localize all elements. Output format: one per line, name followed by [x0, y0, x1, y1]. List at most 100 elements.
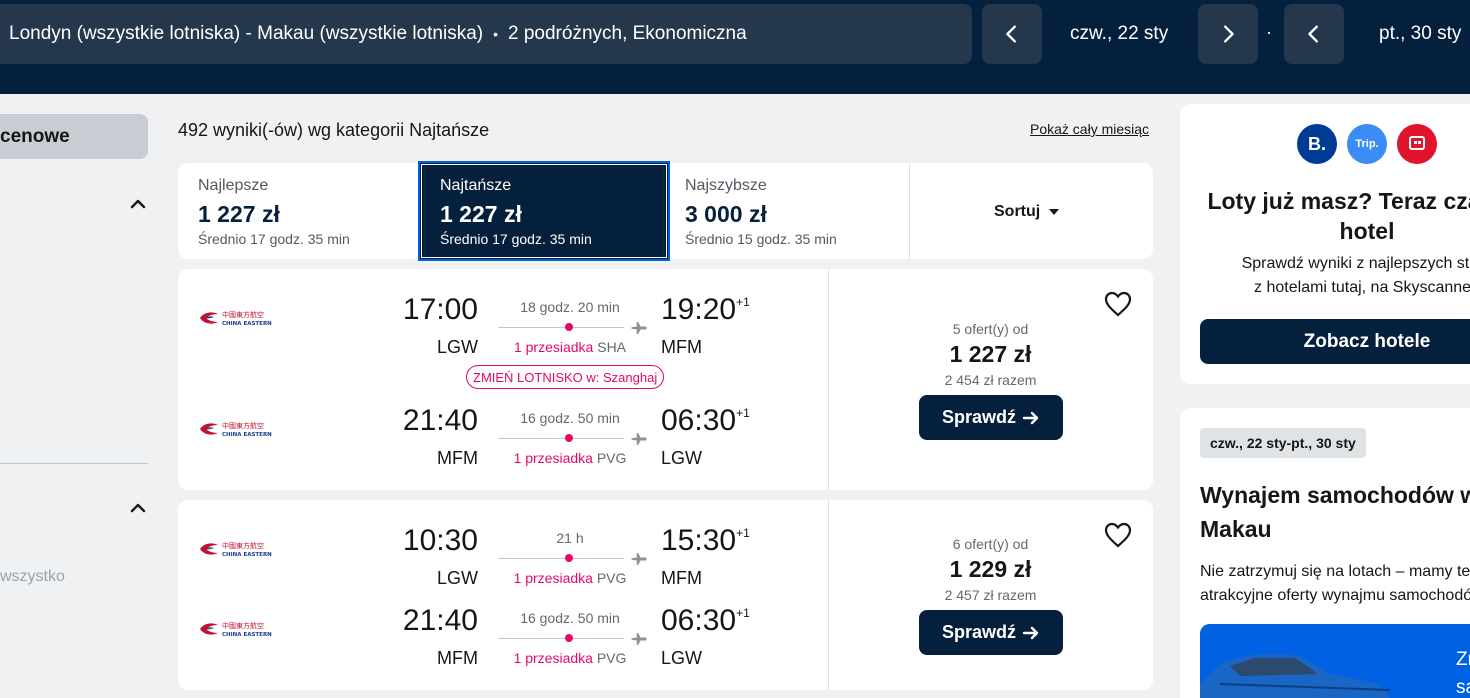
total-price: 2 454 zł razem	[944, 372, 1037, 388]
tab-best[interactable]: Najlepsze 1 227 zł Średnio 17 godz. 35 m…	[178, 163, 418, 259]
offers-count: 5 ofert(y) od	[952, 321, 1029, 337]
heart-icon[interactable]	[1104, 291, 1132, 317]
stop-dot	[565, 434, 573, 442]
car-title-line1: Wynajem samochodów w	[1200, 482, 1470, 508]
depart-date[interactable]: czw., 22 sty	[1070, 4, 1168, 64]
tab-cheapest[interactable]: Najtańsze 1 227 zł Średnio 17 godz. 35 m…	[418, 161, 670, 261]
change-airport-badge: ZMIEŃ LOTNISKO w: Szanghaj	[466, 365, 665, 389]
plane-icon	[631, 433, 647, 445]
departure-time: 10:30	[402, 524, 478, 557]
tab-average: Średnio 15 godz. 35 min	[685, 231, 837, 247]
price: 1 229 zł	[949, 556, 1032, 582]
airline-name-en: CHINA EASTERN	[222, 632, 272, 638]
tab-divider	[909, 163, 910, 259]
china-eastern-logo: 中國東方航空 CHINA EASTERN	[200, 621, 272, 638]
top-bar: Londyn (wszystkie lotniska) - Makau (wsz…	[0, 0, 1470, 94]
car-description: Nie zatrzymuj się na lotach – mamy też a…	[1200, 560, 1470, 608]
prev-return-date-button[interactable]	[1284, 4, 1344, 64]
departure-time: 17:00	[402, 293, 478, 326]
tab-label: Najszybsze	[685, 177, 767, 194]
airline-name-cn: 中國東方航空	[222, 621, 264, 630]
see-hotels-button[interactable]: Zobacz hotele	[1200, 319, 1470, 364]
outbound-leg: 中國東方航空 CHINA EASTERN 10:30 LGW 21 h 1 pr…	[178, 514, 828, 588]
tab-label: Najtańsze	[440, 177, 512, 194]
arrival-time-value: 19:20	[661, 293, 737, 326]
arrival-airport: MFM	[661, 337, 702, 357]
flight-card[interactable]: 中國東方航空 CHINA EASTERN 10:30 LGW 21 h 1 pr…	[178, 500, 1153, 690]
sidebar-option-all[interactable]: wszystko	[0, 568, 65, 586]
arrival-time-value: 06:30	[661, 404, 737, 437]
show-month-link[interactable]: Pokaż cały miesiąc	[1030, 121, 1149, 137]
route-line	[498, 558, 624, 559]
summary-separator: •	[493, 26, 498, 42]
chevron-up-icon[interactable]	[128, 194, 148, 214]
stop-airport: PVG	[596, 650, 627, 666]
booking-logo: B.	[1297, 124, 1337, 164]
stop-dot	[565, 634, 573, 642]
tab-average: Średnio 17 godz. 35 min	[198, 231, 350, 247]
return-leg: 中國東方航空 CHINA EASTERN 21:40 MFM 16 godz. …	[178, 594, 828, 668]
plane-icon	[631, 633, 647, 645]
hotel-promo-card: B. Trip. Loty już masz? Teraz czas na ho…	[1180, 104, 1470, 384]
promo-text-line2: z hotelami tutaj, na Skyscanner.	[1254, 279, 1470, 296]
return-date[interactable]: pt., 30 sty	[1379, 4, 1461, 64]
stop-dot	[565, 554, 573, 562]
plane-icon	[631, 553, 647, 565]
plane-icon	[631, 322, 647, 334]
car-text-line2: atrakcyjne oferty wynajmu samochodów.	[1200, 587, 1470, 604]
airline-name-en: CHINA EASTERN	[222, 432, 272, 438]
arrival-airport: MFM	[661, 568, 702, 588]
prev-depart-date-button[interactable]	[982, 4, 1042, 64]
car-banner-line1: Zn	[1456, 649, 1470, 670]
next-depart-date-button[interactable]	[1198, 4, 1258, 64]
flight-card[interactable]: 中國東方航空 CHINA EASTERN 17:00 LGW 18 godz. …	[178, 269, 1153, 490]
car-dates-badge: czw., 22 sty-pt., 30 sty	[1200, 428, 1366, 458]
flight-duration: 18 godz. 20 min	[520, 299, 620, 315]
arrival-time-value: 15:30	[661, 524, 737, 557]
departure-time: 21:40	[402, 404, 478, 437]
search-summary[interactable]: Londyn (wszystkie lotniska) - Makau (wsz…	[0, 4, 972, 64]
promo-title-line1: Loty już masz? Teraz czas na	[1207, 188, 1470, 214]
departure-airport: MFM	[437, 648, 478, 668]
chevron-left-icon	[1308, 25, 1318, 43]
car-banner-text: Zn samo	[1456, 646, 1470, 698]
pill-label: cenowe	[0, 125, 70, 147]
stops-count: 1 przesiadka	[513, 570, 593, 586]
flight-duration: 16 godz. 50 min	[520, 610, 620, 626]
stops-count: 1 przesiadka	[513, 339, 594, 355]
select-button-label: Sprawdź	[941, 622, 1016, 642]
tab-price: 1 227 zł	[440, 201, 522, 227]
next-day-badge: +1	[736, 406, 750, 420]
total-price: 2 457 zł razem	[944, 587, 1037, 603]
chevron-up-icon[interactable]	[128, 498, 148, 518]
promo-text-line1: Sprawdź wyniki z najlepszych stron	[1241, 255, 1470, 272]
sort-label: Sortuj	[994, 203, 1041, 220]
arrow-right-icon	[1022, 626, 1039, 639]
price-filter-pill[interactable]: cenowe	[0, 114, 148, 159]
next-day-badge: +1	[736, 606, 750, 620]
stops-count: 1 przesiadka	[513, 450, 593, 466]
stops-info: 1 przesiadka PVG	[498, 570, 642, 586]
arrival-airport: LGW	[661, 648, 703, 668]
car-banner[interactable]: Zn samo	[1200, 624, 1470, 698]
arrival-time: 06:30+1	[661, 404, 750, 438]
results-count: 492 wyniki(-ów) wg kategorii Najtańsze	[178, 120, 490, 140]
stop-airport: PVG	[596, 450, 627, 466]
promo-title: Loty już masz? Teraz czas na hotel	[1180, 186, 1470, 246]
departure-time: 21:40	[402, 604, 478, 637]
outbound-leg: 中國東方航空 CHINA EASTERN 17:00 LGW 18 godz. …	[178, 283, 828, 357]
china-eastern-logo: 中國東方航空 CHINA EASTERN	[200, 310, 272, 327]
select-flight-button[interactable]: Sprawdź	[919, 395, 1063, 440]
trip-logo: Trip.	[1347, 124, 1387, 164]
stops-info: 1 przesiadka PVG	[498, 450, 642, 466]
airline-name-en: CHINA EASTERN	[222, 552, 272, 558]
promo-text: Sprawdź wyniki z najlepszych stron z hot…	[1180, 252, 1470, 300]
next-day-badge: +1	[736, 526, 750, 540]
china-eastern-logo: 中國東方航空 CHINA EASTERN	[200, 541, 272, 558]
chevron-left-icon	[1006, 25, 1016, 43]
airline-name-cn: 中國東方航空	[222, 421, 264, 430]
tab-fastest[interactable]: Najszybsze 3 000 zł Średnio 15 godz. 35 …	[665, 163, 909, 259]
stop-dot	[565, 323, 573, 331]
sort-dropdown[interactable]: Sortuj	[994, 203, 1060, 221]
select-flight-button[interactable]: Sprawdź	[919, 610, 1063, 655]
